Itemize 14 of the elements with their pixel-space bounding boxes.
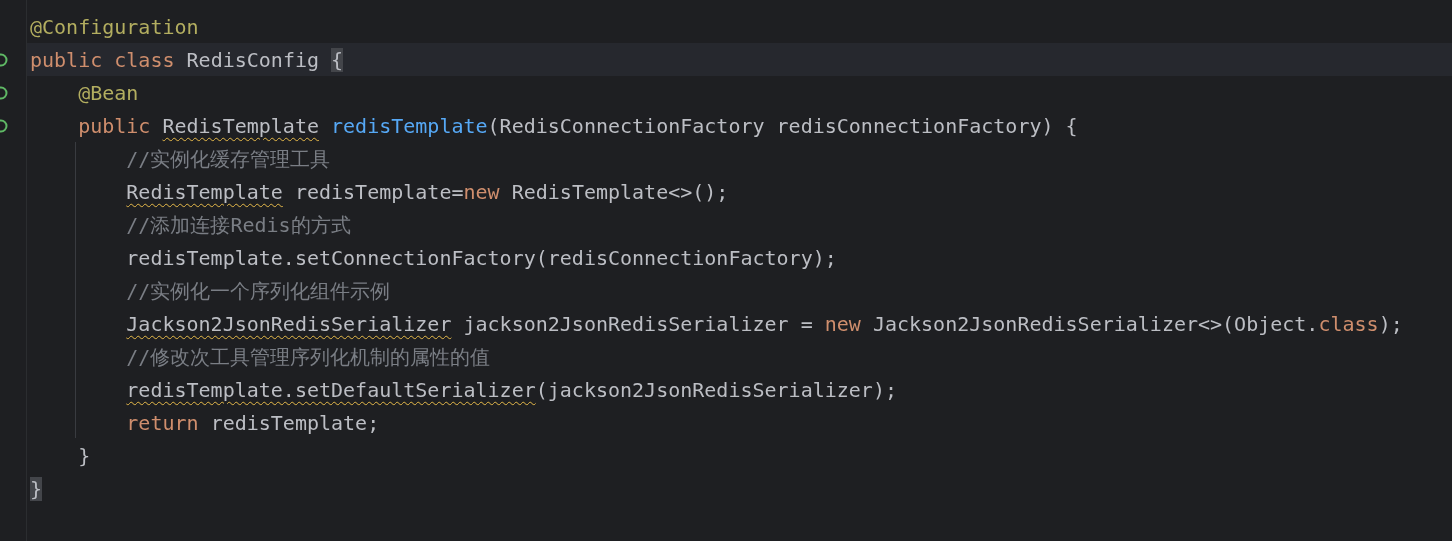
code-line: @Bean <box>77 79 139 106</box>
code-line: //实例化一个序列化组件示例 <box>125 277 391 304</box>
code-line: public class RedisConfig { <box>30 46 344 73</box>
code-line: Jackson2JsonRedisSerializer jackson2JsonRedisSerializer = new Jackson2JsonRedisSerializer<>(Object.class); <box>125 310 1403 337</box>
code-line: redisTemplate.setDefaultSerializer(jackson2JsonRedisSerializer); <box>125 376 897 403</box>
code-line: //添加连接Redis的方式 <box>125 211 351 238</box>
code-line: } <box>77 442 91 469</box>
code-line: return redisTemplate; <box>125 409 380 436</box>
code-line: RedisTemplate redisTemplate=new RedisTemplate<>(); <box>125 178 729 205</box>
code-line: //修改次工具管理序列化机制的属性的值 <box>125 343 491 370</box>
code-line: @Configuration <box>30 13 199 40</box>
code-line: //实例化缓存管理工具 <box>125 145 331 172</box>
code-line: redisTemplate.setConnectionFactory(redisConnectionFactory); <box>125 244 837 271</box>
code-line: public RedisTemplate redisTemplate(RedisConnectionFactory redisConnectionFactory) { <box>77 112 1078 139</box>
